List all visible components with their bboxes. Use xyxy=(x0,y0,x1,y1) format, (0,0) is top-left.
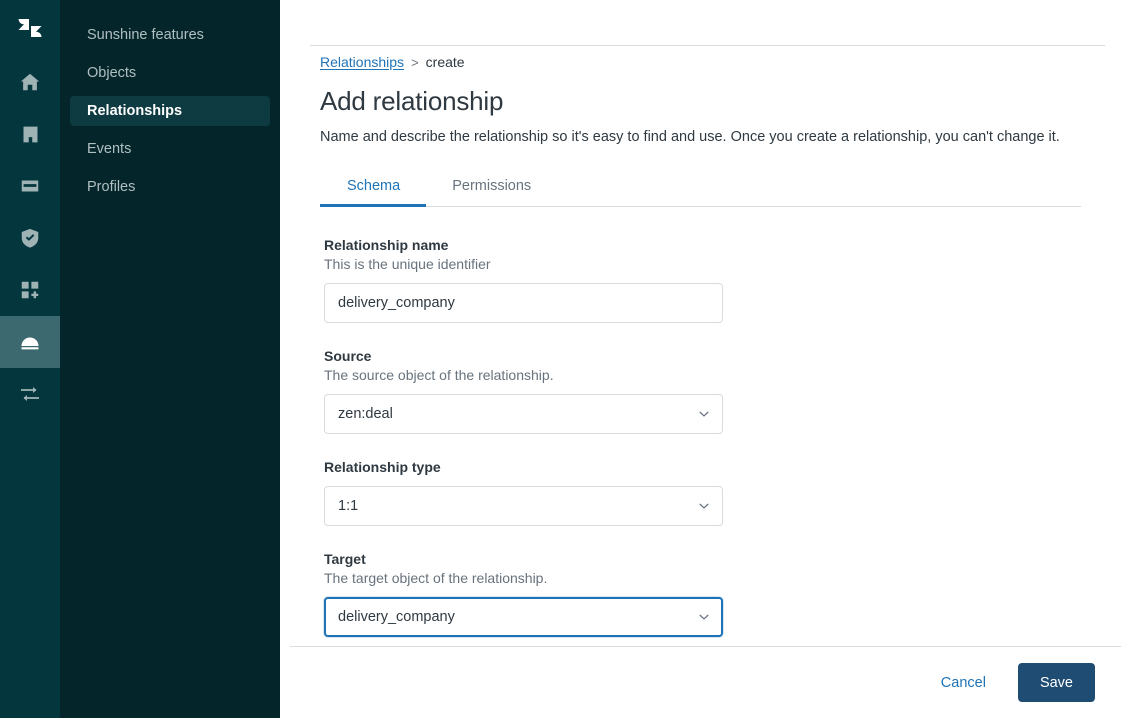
breadcrumb-separator-icon: > xyxy=(411,54,419,70)
relationship-name-input[interactable]: delivery_company xyxy=(324,283,723,324)
field-relationship-type: Relationship type 1:1 xyxy=(320,459,1081,527)
breadcrumb-current: create xyxy=(425,54,465,70)
app-root: Sunshine features Objects Relationships … xyxy=(0,0,1121,718)
chevron-down-icon xyxy=(697,499,711,513)
chevron-down-icon xyxy=(697,407,711,421)
field-target: Target The target object of the relation… xyxy=(320,551,1081,638)
home-icon xyxy=(19,71,41,93)
sidebar-item-relationships[interactable]: Relationships xyxy=(70,96,270,126)
cancel-button[interactable]: Cancel xyxy=(937,667,990,699)
rail-item-organizations[interactable] xyxy=(0,108,60,160)
field-hint: The source object of the relationship. xyxy=(324,367,554,384)
select-value: 1:1 xyxy=(338,498,359,515)
sidebar-item-sunshine-features[interactable]: Sunshine features xyxy=(70,20,270,50)
sidebar-item-label: Profiles xyxy=(87,179,136,195)
field-hint: This is the unique identifier xyxy=(324,256,491,273)
source-select[interactable]: zen:deal xyxy=(324,394,723,435)
sidebar-item-events[interactable]: Events xyxy=(70,134,270,164)
relationship-type-select[interactable]: 1:1 xyxy=(324,486,723,527)
select-value: zen:deal xyxy=(338,406,393,423)
sidebar-item-label: Relationships xyxy=(87,103,183,119)
rail-item-billing[interactable] xyxy=(0,160,60,212)
form-footer: Cancel Save xyxy=(290,646,1121,718)
product-icon-rail xyxy=(0,0,60,718)
building-icon xyxy=(20,124,41,145)
target-select[interactable]: delivery_company xyxy=(324,597,723,638)
field-label: Relationship type xyxy=(324,459,441,476)
breadcrumb: Relationships > create xyxy=(320,54,1081,70)
rail-item-transfer[interactable] xyxy=(0,368,60,420)
field-relationship-name: Relationship name This is the unique ide… xyxy=(320,237,1081,324)
rail-item-apps[interactable] xyxy=(0,264,60,316)
save-button[interactable]: Save xyxy=(1017,663,1095,702)
chevron-down-icon xyxy=(697,610,711,624)
relationship-form: Relationship name This is the unique ide… xyxy=(320,207,1081,638)
tab-label: Schema xyxy=(347,178,401,195)
tab-list: Schema Permissions xyxy=(320,178,1081,208)
field-hint: The target object of the relationship. xyxy=(324,570,548,587)
apps-add-icon xyxy=(19,279,41,301)
page-description: Name and describe the relationship so it… xyxy=(320,129,1060,145)
rail-item-sunshine[interactable] xyxy=(0,316,60,368)
field-label: Target xyxy=(324,551,366,568)
breadcrumb-link-relationships[interactable]: Relationships xyxy=(320,54,404,70)
rail-item-security[interactable] xyxy=(0,212,60,264)
transfer-arrows-icon xyxy=(18,382,42,406)
field-label: Source xyxy=(324,348,372,365)
sidebar-item-label: Sunshine features xyxy=(87,27,204,43)
sidebar-item-label: Objects xyxy=(87,65,137,81)
input-value: delivery_company xyxy=(338,295,455,312)
card-icon xyxy=(19,175,41,197)
field-source: Source The source object of the relation… xyxy=(320,348,1081,435)
tab-label: Permissions xyxy=(452,178,532,195)
sunshine-sidebar-nav: Sunshine features Objects Relationships … xyxy=(60,0,280,718)
main-content: Relationships > create Add relationship … xyxy=(280,0,1121,718)
rail-item-home[interactable] xyxy=(0,56,60,108)
page-body: Relationships > create Add relationship … xyxy=(280,46,1121,718)
shield-check-icon xyxy=(19,227,41,249)
page-title: Add relationship xyxy=(320,86,504,116)
sidebar-item-objects[interactable]: Objects xyxy=(70,58,270,88)
field-label: Relationship name xyxy=(324,237,449,254)
tab-schema[interactable]: Schema xyxy=(320,178,427,208)
select-value: delivery_company xyxy=(338,609,455,626)
zendesk-logo-icon[interactable] xyxy=(0,0,60,56)
sidebar-item-label: Events xyxy=(87,141,132,157)
tab-permissions[interactable]: Permissions xyxy=(426,178,557,206)
sunshine-icon xyxy=(17,329,43,355)
sidebar-item-profiles[interactable]: Profiles xyxy=(70,172,270,202)
